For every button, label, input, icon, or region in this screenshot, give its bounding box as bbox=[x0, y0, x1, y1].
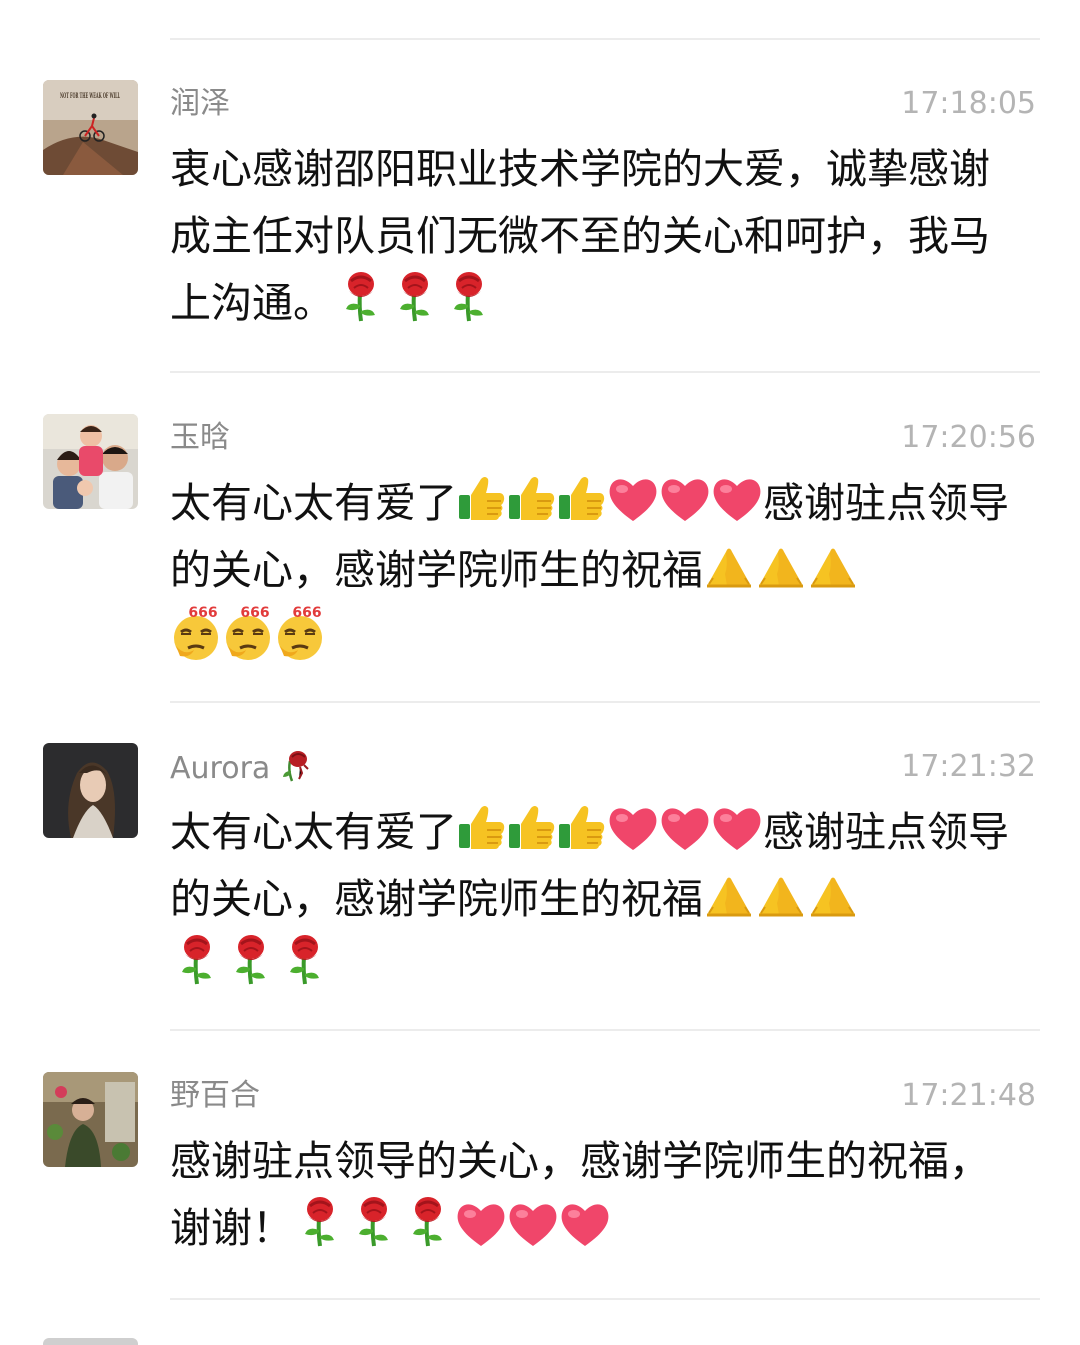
comment-text: 太有心太有爱了 感谢驻点领导的关心，感谢学院师生的祝福 666 666 666 bbox=[170, 470, 1020, 676]
thumbs-up-icon bbox=[457, 802, 507, 852]
666-face-icon: 666 bbox=[274, 605, 326, 662]
666-label: 666 bbox=[188, 605, 217, 621]
pray-icon bbox=[807, 873, 859, 919]
pray-icon bbox=[755, 544, 807, 590]
comment-time: 17:21:32 bbox=[901, 749, 1036, 784]
666-face-icon: 666 bbox=[170, 605, 222, 662]
rose-icon bbox=[352, 1196, 396, 1248]
heart-icon bbox=[659, 475, 711, 523]
avatar[interactable] bbox=[43, 1072, 138, 1167]
rose-icon bbox=[339, 271, 383, 323]
666-label: 666 bbox=[240, 605, 269, 621]
thumbs-up-icon bbox=[557, 473, 607, 523]
rose-icon bbox=[393, 271, 437, 323]
heart-icon bbox=[455, 1200, 507, 1248]
comment-divider bbox=[170, 1298, 1040, 1300]
commenter-name[interactable]: 润泽 bbox=[170, 86, 230, 122]
commenter-name[interactable]: 野百合 bbox=[170, 1078, 260, 1114]
rose-icon bbox=[406, 1196, 450, 1248]
666-label: 666 bbox=[292, 605, 321, 621]
comment-text: 太有心太有爱了 感谢驻点领导的关心，感谢学院师生的祝福 bbox=[170, 799, 1020, 1000]
comment-text: 感谢驻点领导的关心，感谢学院师生的祝福，谢谢！ bbox=[170, 1128, 1020, 1262]
rose-icon bbox=[298, 1196, 342, 1248]
666-face-icon: 666 bbox=[222, 605, 274, 662]
avatar[interactable] bbox=[43, 743, 138, 838]
rose-icon bbox=[175, 934, 219, 986]
pray-icon bbox=[703, 873, 755, 919]
comment-divider bbox=[170, 701, 1040, 703]
heart-icon bbox=[659, 804, 711, 852]
pray-icon bbox=[703, 544, 755, 590]
heart-icon bbox=[559, 1200, 611, 1248]
avatar[interactable] bbox=[43, 414, 138, 509]
commenter-name[interactable]: 玉晗 bbox=[170, 420, 230, 456]
rose-icon bbox=[447, 271, 491, 323]
comment-body: 衷心感谢邵阳职业技术学院的大爱，诚挚感谢成主任对队员们无微不至的关心和呵护，我马… bbox=[170, 145, 990, 327]
commenter-name-text: Aurora bbox=[170, 751, 271, 786]
comment-time: 17:18:05 bbox=[901, 86, 1036, 121]
commenter-name[interactable]: Aurora bbox=[170, 749, 314, 787]
avatar-poster-text: NOT FOR THE WEAK OF WILL bbox=[60, 91, 120, 100]
top-divider bbox=[170, 38, 1040, 40]
comment-body-part-1: 太有心太有爱了 bbox=[170, 808, 457, 856]
comment-divider bbox=[170, 371, 1040, 373]
thumbs-up-icon bbox=[507, 802, 557, 852]
rose-icon bbox=[229, 934, 273, 986]
thumbs-up-icon bbox=[557, 802, 607, 852]
heart-icon bbox=[607, 475, 659, 523]
thumbs-up-icon bbox=[457, 473, 507, 523]
comment-time: 17:20:56 bbox=[901, 420, 1036, 455]
avatar[interactable]: NOT FOR THE WEAK OF WILL bbox=[43, 80, 138, 175]
comment-text: 衷心感谢邵阳职业技术学院的大爱，诚挚感谢成主任对队员们无微不至的关心和呵护，我马… bbox=[170, 136, 1020, 337]
thumbs-up-icon bbox=[507, 473, 557, 523]
comment-divider bbox=[170, 1029, 1040, 1031]
pray-icon bbox=[755, 873, 807, 919]
rose-icon bbox=[283, 934, 327, 986]
heart-icon bbox=[507, 1200, 559, 1248]
comment-time: 17:21:48 bbox=[901, 1078, 1036, 1113]
heart-icon bbox=[711, 804, 763, 852]
avatar[interactable] bbox=[43, 1338, 138, 1345]
pray-icon bbox=[807, 544, 859, 590]
heart-icon bbox=[711, 475, 763, 523]
heart-icon bbox=[607, 804, 659, 852]
comment-body-part-1: 太有心太有爱了 bbox=[170, 479, 457, 527]
wilted-rose-icon bbox=[282, 751, 309, 782]
